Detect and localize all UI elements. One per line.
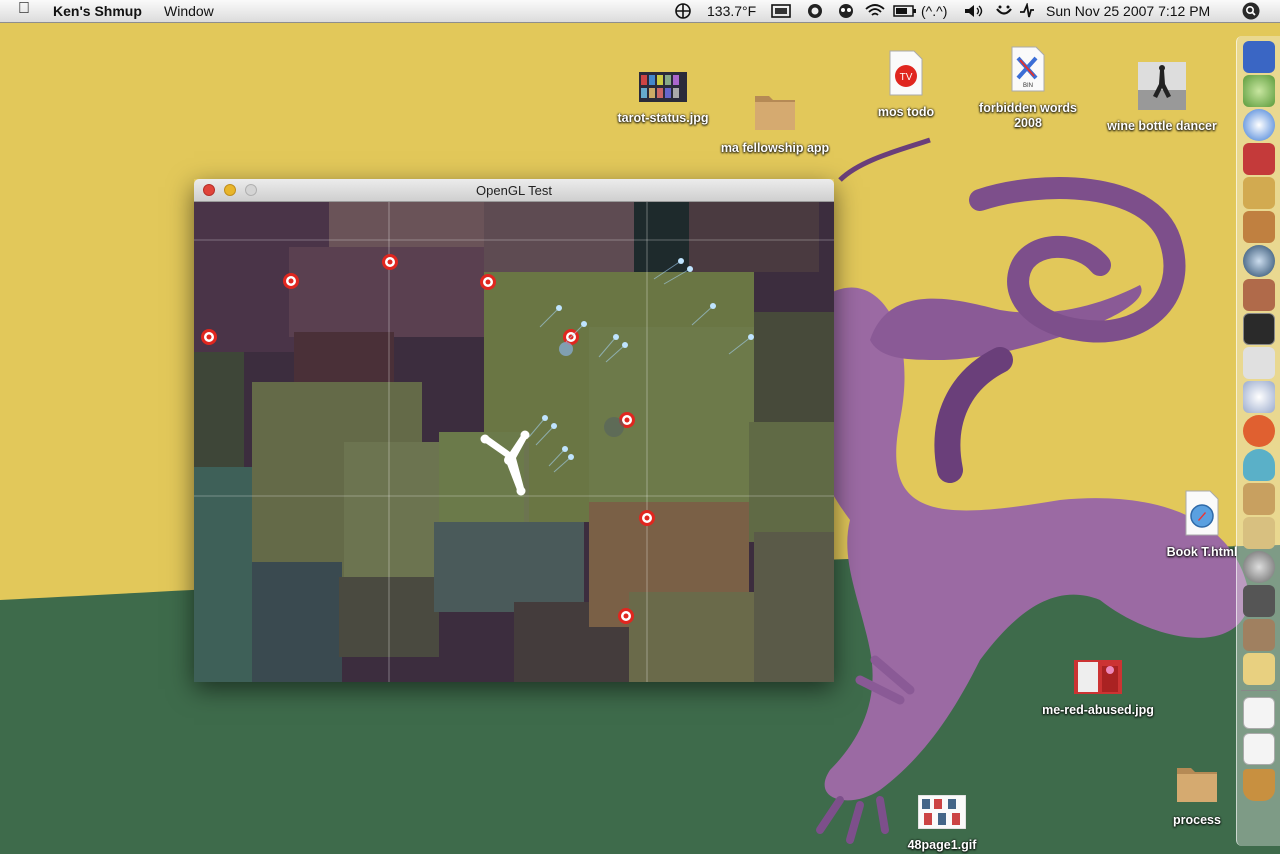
painting-app-icon[interactable] <box>1243 211 1275 243</box>
desktop-icon-ma-fellowship-app[interactable]: ma fellowship app <box>710 88 840 156</box>
image-thumbnail-icon <box>639 72 687 102</box>
itunes-icon[interactable] <box>1243 75 1275 107</box>
folder-icon <box>1177 768 1217 802</box>
enemy-target <box>283 273 299 289</box>
spotlight-icon[interactable] <box>1241 2 1261 23</box>
dock <box>1236 36 1280 846</box>
game-canvas[interactable] <box>194 202 834 682</box>
activity-icon[interactable] <box>1018 1 1036 22</box>
crosshair-icon[interactable] <box>674 3 692 22</box>
enemy-target <box>480 274 496 290</box>
desktop-icon-label: mos todo <box>877 105 935 119</box>
window-menu[interactable]: Window <box>164 3 214 19</box>
folder-icon <box>755 96 795 130</box>
desktop-icon-48page1-gif[interactable]: 48page1.gif <box>877 794 1007 853</box>
svg-text:BIN: BIN <box>1023 83 1033 89</box>
globe-app-icon[interactable] <box>1243 551 1275 583</box>
trash-icon[interactable] <box>1243 769 1275 801</box>
volume-icon[interactable] <box>963 3 985 22</box>
tv-app-icon[interactable] <box>1243 415 1275 447</box>
safari-icon[interactable] <box>1243 109 1275 141</box>
desktop-icon-me-red-abused[interactable]: me-red-abused.jpg <box>1033 660 1163 718</box>
explosion-puff <box>604 417 624 437</box>
notes-app-icon[interactable] <box>1243 517 1275 549</box>
heart-app-icon[interactable] <box>1243 449 1275 481</box>
svg-text:TV: TV <box>900 72 913 83</box>
explosion-puff <box>559 342 573 356</box>
desktop-icon-label: tarot-status.jpg <box>617 111 709 125</box>
app-menu[interactable]: Ken's Shmup <box>53 3 142 19</box>
document-stack-icon[interactable] <box>1243 697 1275 729</box>
opengl-test-window: OpenGL Test <box>194 179 834 682</box>
safari-document-icon <box>1185 490 1219 536</box>
preview-icon[interactable] <box>1243 381 1275 413</box>
quicksilver-icon[interactable] <box>806 3 824 22</box>
enemy-target <box>382 254 398 270</box>
window-title: OpenGL Test <box>476 183 552 198</box>
enemy-target <box>618 608 634 624</box>
pencil-app-icon[interactable] <box>1243 177 1275 209</box>
enemy-target <box>201 329 217 345</box>
battery-icon[interactable] <box>893 3 917 22</box>
desktop-icon-label: forbidden words 2008 <box>979 101 1077 130</box>
photo-thumbnail-icon <box>1138 62 1186 110</box>
camera-app-icon[interactable] <box>1243 347 1275 379</box>
temperature-readout[interactable]: 133.7°F <box>707 3 756 19</box>
finder-icon[interactable] <box>1243 41 1275 73</box>
stamp-app-icon[interactable] <box>1243 279 1275 311</box>
desktop-icon-label: me-red-abused.jpg <box>1042 703 1154 717</box>
desktop-icon-label: wine bottle dancer <box>1107 119 1217 133</box>
text-editor-icon[interactable] <box>1243 653 1275 685</box>
desktop-icon-wine-bottle-dancer[interactable]: wine bottle dancer <box>1097 62 1227 134</box>
desktop-icon-label: ma fellowship app <box>720 141 830 155</box>
clock-datetime[interactable]: Sun Nov 25 2007 7:12 PM <box>1046 3 1210 19</box>
hammer-app-icon[interactable] <box>1243 619 1275 651</box>
photo-thumbnail-icon <box>1074 660 1122 694</box>
photo-app-icon[interactable] <box>1243 143 1275 175</box>
window-titlebar[interactable]: OpenGL Test <box>194 179 834 202</box>
minimized-window-icon[interactable] <box>1243 733 1275 765</box>
emoticon-status[interactable]: (^.^) <box>921 3 947 19</box>
network-monitor-icon[interactable] <box>1243 585 1275 617</box>
desktop-icon-label: 48page1.gif <box>907 838 977 852</box>
display-icon[interactable] <box>771 3 791 22</box>
desktop-icon-tarot-status[interactable]: tarot-status.jpg <box>598 72 728 126</box>
smile-icon[interactable] <box>994 3 1014 22</box>
bin-document-icon: BIN <box>1011 46 1045 92</box>
address-book-icon[interactable] <box>1243 483 1275 515</box>
enemy-target <box>639 510 655 526</box>
image-thumbnail-icon <box>917 794 967 830</box>
desktop-icon-mos-todo[interactable]: TV mos todo <box>841 50 971 120</box>
document-icon: TV <box>889 50 923 96</box>
wifi-icon[interactable] <box>864 3 886 22</box>
terminal-icon[interactable] <box>1243 313 1275 345</box>
dock-divider <box>1241 690 1277 691</box>
alien-icon[interactable] <box>836 3 856 22</box>
desktop-icon-forbidden-words[interactable]: BIN forbidden words 2008 <box>963 46 1093 131</box>
apple-menu-icon[interactable]:  <box>18 1 30 17</box>
quicktime-icon[interactable] <box>1243 245 1275 277</box>
menu-bar:  Ken's Shmup Window 133.7°F (^.^) Sun N… <box>0 0 1280 23</box>
